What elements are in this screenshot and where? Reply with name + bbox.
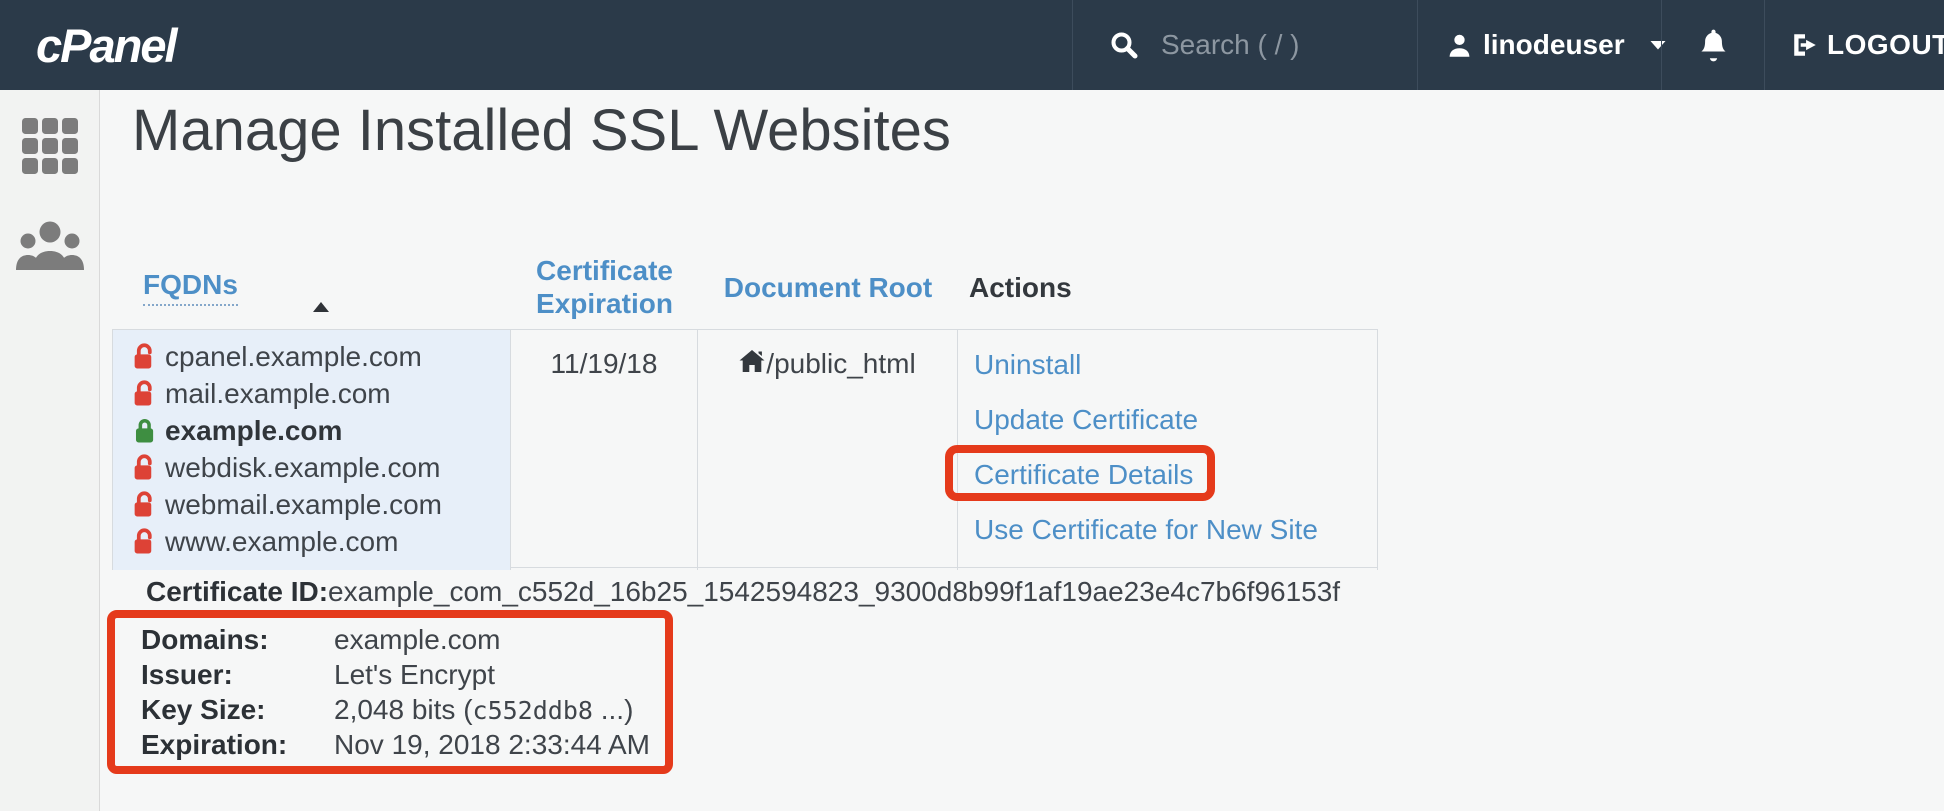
- key-size-label: Key Size:: [141, 694, 334, 726]
- cpanel-logo[interactable]: cPanel: [36, 18, 176, 73]
- user-menu[interactable]: linodeuser: [1417, 0, 1661, 90]
- left-sidebar: [0, 90, 100, 811]
- table-row: cpanel.example.com mail.example.com: [112, 330, 1378, 568]
- fqdn-item: webmail.example.com: [133, 486, 510, 523]
- username-label: linodeuser: [1483, 29, 1625, 61]
- main-content: Manage Installed SSL Websites FQDNs Cert…: [101, 90, 1944, 811]
- fqdn-item: webdisk.example.com: [133, 449, 510, 486]
- uninstall-link[interactable]: Uninstall: [974, 350, 1081, 380]
- column-header-document-root[interactable]: Document Root: [698, 271, 958, 304]
- column-header-certificate-expiration[interactable]: Certificate Expiration: [511, 254, 698, 320]
- certificate-details-link[interactable]: Certificate Details: [974, 460, 1193, 490]
- key-fingerprint: c552ddb8: [473, 696, 593, 725]
- unlocked-red-icon: [133, 491, 165, 518]
- fqdn-item: www.example.com: [133, 523, 510, 560]
- users-icon: [14, 220, 86, 270]
- ssl-table-header: FQDNs Certificate Expiration Document Ro…: [112, 245, 1378, 330]
- fqdn-item: cpanel.example.com: [133, 338, 510, 375]
- expiration-date: 11/19/18: [551, 348, 658, 379]
- unlocked-red-icon: [133, 528, 165, 555]
- page-title: Manage Installed SSL Websites: [132, 96, 951, 166]
- document-root-cell: /public_html: [698, 330, 958, 570]
- fqdns-cell: cpanel.example.com mail.example.com: [112, 330, 511, 570]
- update-certificate-link[interactable]: Update Certificate: [974, 405, 1198, 435]
- detail-row-key-size: Key Size: 2,048 bits (c552ddb8 ...): [141, 692, 665, 727]
- issuer-label: Issuer:: [141, 659, 334, 691]
- domains-label: Domains:: [141, 624, 334, 656]
- sidebar-item-home-grid[interactable]: [22, 118, 78, 174]
- unlocked-red-icon: [133, 380, 165, 407]
- fqdn-domain: www.example.com: [165, 526, 398, 558]
- expiration-value: Nov 19, 2018 2:33:44 AM: [334, 729, 650, 761]
- navbar-spacer: [176, 0, 1072, 90]
- search-placeholder: Search ( / ): [1161, 29, 1299, 61]
- logout-button[interactable]: LOGOUT: [1764, 0, 1944, 90]
- key-size-value: 2,048 bits (c552ddb8 ...): [334, 694, 633, 726]
- notifications-button[interactable]: [1661, 0, 1764, 90]
- unlocked-red-icon: [133, 454, 165, 481]
- bell-icon: [1698, 28, 1729, 63]
- use-certificate-new-site-link[interactable]: Use Certificate for New Site: [974, 515, 1318, 545]
- expiration-label: Expiration:: [141, 729, 334, 761]
- detail-row-domains: Domains: example.com: [141, 622, 665, 657]
- sidebar-item-users[interactable]: [14, 220, 86, 270]
- annotation-box-certificate-summary: Domains: example.com Issuer: Let's Encry…: [107, 610, 673, 774]
- fqdns-header-label: FQDNs: [143, 268, 238, 306]
- locked-green-icon: [133, 417, 165, 444]
- certificate-id-value: example_com_c552d_16b25_1542594823_9300d…: [328, 576, 1340, 607]
- user-icon: [1446, 32, 1473, 59]
- unlocked-red-icon: [133, 343, 165, 370]
- actions-cell: Uninstall Update Certificate Certificate…: [958, 330, 1378, 570]
- fqdn-domain: cpanel.example.com: [165, 341, 422, 373]
- certificate-expiration-cell: 11/19/18: [511, 330, 698, 570]
- certificate-id-line: Certificate ID:example_com_c552d_16b25_1…: [146, 576, 1340, 608]
- fqdn-domain: example.com: [165, 415, 342, 447]
- sort-ascending-icon: [313, 302, 329, 312]
- top-navbar: cPanel Search ( / ) linodeuser: [0, 0, 1944, 90]
- detail-row-issuer: Issuer: Let's Encrypt: [141, 657, 665, 692]
- document-root-path: /public_html: [766, 348, 915, 379]
- issuer-value: Let's Encrypt: [334, 659, 495, 691]
- fqdn-domain: mail.example.com: [165, 378, 391, 410]
- fqdn-domain: webdisk.example.com: [165, 452, 440, 484]
- logout-label: LOGOUT: [1827, 29, 1944, 61]
- column-header-fqdns[interactable]: FQDNs: [112, 245, 511, 329]
- certificate-id-label: Certificate ID:: [146, 576, 328, 607]
- search-icon: [1109, 30, 1139, 60]
- home-icon: [739, 349, 766, 373]
- fqdn-item: mail.example.com: [133, 375, 510, 412]
- search-input[interactable]: Search ( / ): [1072, 0, 1417, 90]
- fqdn-item-primary: example.com: [133, 412, 510, 449]
- detail-row-expiration: Expiration: Nov 19, 2018 2:33:44 AM: [141, 727, 665, 762]
- grid-icon: [22, 118, 78, 174]
- column-header-actions: Actions: [958, 271, 1378, 304]
- fqdn-domain: webmail.example.com: [165, 489, 442, 521]
- sign-out-icon: [1791, 31, 1819, 59]
- domains-value: example.com: [334, 624, 501, 656]
